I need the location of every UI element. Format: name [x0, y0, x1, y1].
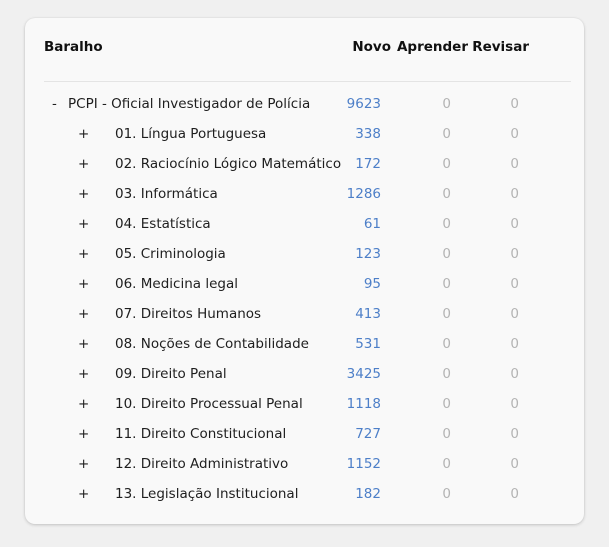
deck-row[interactable]: + 01. Língua Portuguesa 338 0 0: [25, 123, 584, 153]
expand-toggle[interactable]: +: [78, 153, 89, 175]
deck-name-link[interactable]: 05. Criminologia: [115, 243, 226, 265]
review-count: 0: [510, 366, 519, 382]
deck-row[interactable]: + 10. Direito Processual Penal 1118 0 0: [25, 393, 584, 423]
expand-toggle[interactable]: +: [78, 333, 89, 355]
learn-count: 0: [442, 96, 451, 112]
review-count: 0: [510, 276, 519, 292]
review-count: 0: [510, 216, 519, 232]
deck-name-link[interactable]: 11. Direito Constitucional: [115, 423, 286, 445]
new-count: 123: [355, 246, 381, 262]
deck-name-link[interactable]: PCPI - Oficial Investigador de Polícia: [68, 93, 310, 115]
new-count: 9623: [346, 96, 381, 112]
deck-row[interactable]: + 09. Direito Penal 3425 0 0: [25, 363, 584, 393]
new-count: 172: [355, 156, 381, 172]
review-count: 0: [510, 486, 519, 502]
deck-row[interactable]: + 07. Direitos Humanos 413 0 0: [25, 303, 584, 333]
review-count: 0: [510, 186, 519, 202]
deck-list-card: Baralho Novo Aprender Revisar - PCPI - O…: [25, 18, 584, 524]
deck-row[interactable]: + 11. Direito Constitucional 727 0 0: [25, 423, 584, 453]
expand-toggle[interactable]: +: [78, 363, 89, 385]
new-count: 3425: [346, 366, 381, 382]
deck-name-link[interactable]: 07. Direitos Humanos: [115, 303, 261, 325]
expand-toggle[interactable]: +: [78, 303, 89, 325]
header-deck: Baralho: [44, 39, 103, 55]
learn-count: 0: [442, 276, 451, 292]
review-count: 0: [510, 456, 519, 472]
collapse-toggle[interactable]: -: [52, 93, 57, 115]
header-review: Revisar: [472, 39, 529, 55]
deck-name-link[interactable]: 02. Raciocínio Lógico Matemático: [115, 153, 341, 175]
deck-name-link[interactable]: 08. Noções de Contabilidade: [115, 333, 309, 355]
learn-count: 0: [442, 216, 451, 232]
review-count: 0: [510, 336, 519, 352]
new-count: 182: [355, 486, 381, 502]
expand-toggle[interactable]: +: [78, 393, 89, 415]
deck-row[interactable]: + 13. Legislação Institucional 182 0 0: [25, 483, 584, 513]
deck-row[interactable]: + 05. Criminologia 123 0 0: [25, 243, 584, 273]
learn-count: 0: [442, 246, 451, 262]
header-new: Novo: [352, 39, 391, 55]
learn-count: 0: [442, 306, 451, 322]
deck-name-link[interactable]: 09. Direito Penal: [115, 363, 227, 385]
expand-toggle[interactable]: +: [78, 183, 89, 205]
deck-row[interactable]: + 08. Noções de Contabilidade 531 0 0: [25, 333, 584, 363]
review-count: 0: [510, 126, 519, 142]
new-count: 61: [363, 216, 381, 232]
expand-toggle[interactable]: +: [78, 483, 89, 505]
deck-row[interactable]: + 12. Direito Administrativo 1152 0 0: [25, 453, 584, 483]
deck-name-link[interactable]: 03. Informática: [115, 183, 218, 205]
review-count: 0: [510, 396, 519, 412]
deck-row[interactable]: + 04. Estatística 61 0 0: [25, 213, 584, 243]
learn-count: 0: [442, 426, 451, 442]
new-count: 1286: [346, 186, 381, 202]
learn-count: 0: [442, 126, 451, 142]
expand-toggle[interactable]: +: [78, 423, 89, 445]
deck-name-link[interactable]: 01. Língua Portuguesa: [115, 123, 266, 145]
review-count: 0: [510, 306, 519, 322]
new-count: 338: [355, 126, 381, 142]
learn-count: 0: [442, 186, 451, 202]
expand-toggle[interactable]: +: [78, 453, 89, 475]
expand-toggle[interactable]: +: [78, 123, 89, 145]
review-count: 0: [510, 96, 519, 112]
learn-count: 0: [442, 486, 451, 502]
table-header: Baralho Novo Aprender Revisar: [44, 38, 571, 82]
new-count: 95: [363, 276, 381, 292]
header-learn: Aprender: [396, 39, 468, 55]
deck-row[interactable]: + 03. Informática 1286 0 0: [25, 183, 584, 213]
deck-row-parent[interactable]: - PCPI - Oficial Investigador de Polícia…: [25, 93, 584, 123]
new-count: 413: [355, 306, 381, 322]
deck-name-link[interactable]: 13. Legislação Institucional: [115, 483, 298, 505]
deck-name-link[interactable]: 06. Medicina legal: [115, 273, 238, 295]
learn-count: 0: [442, 366, 451, 382]
deck-name-link[interactable]: 10. Direito Processual Penal: [115, 393, 303, 415]
deck-row[interactable]: + 02. Raciocínio Lógico Matemático 172 0…: [25, 153, 584, 183]
deck-name-link[interactable]: 04. Estatística: [115, 213, 211, 235]
deck-row[interactable]: + 06. Medicina legal 95 0 0: [25, 273, 584, 303]
deck-rows: - PCPI - Oficial Investigador de Polícia…: [25, 93, 584, 513]
new-count: 531: [355, 336, 381, 352]
new-count: 727: [355, 426, 381, 442]
expand-toggle[interactable]: +: [78, 243, 89, 265]
review-count: 0: [510, 156, 519, 172]
review-count: 0: [510, 246, 519, 262]
learn-count: 0: [442, 456, 451, 472]
new-count: 1152: [346, 456, 381, 472]
learn-count: 0: [442, 336, 451, 352]
expand-toggle[interactable]: +: [78, 273, 89, 295]
review-count: 0: [510, 426, 519, 442]
expand-toggle[interactable]: +: [78, 213, 89, 235]
deck-name-link[interactable]: 12. Direito Administrativo: [115, 453, 288, 475]
learn-count: 0: [442, 396, 451, 412]
learn-count: 0: [442, 156, 451, 172]
new-count: 1118: [346, 396, 381, 412]
